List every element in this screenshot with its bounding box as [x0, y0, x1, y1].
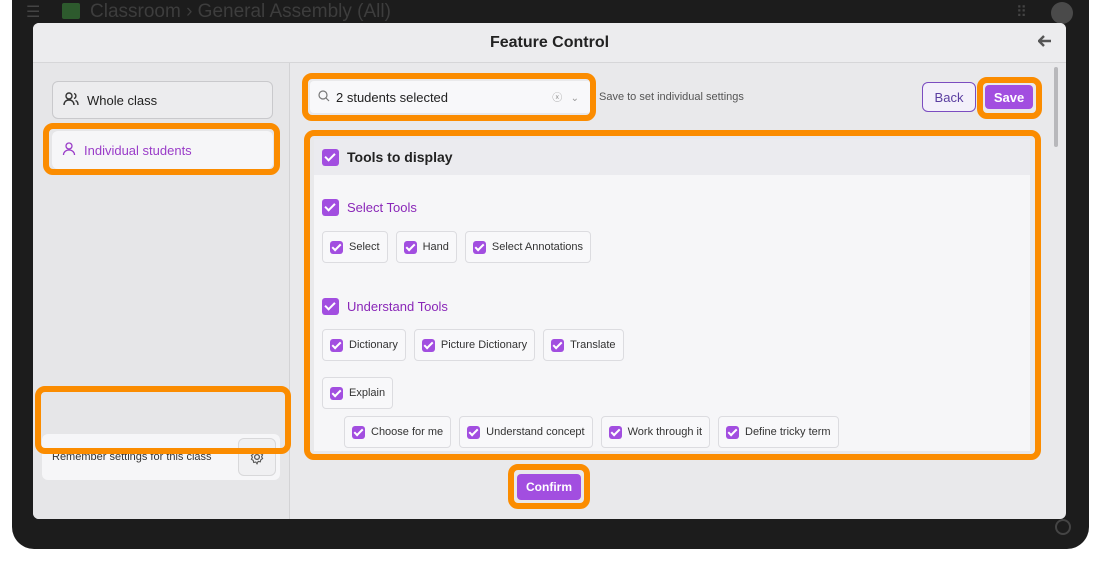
- tools-panel: Tools to display Select Tools Select Han…: [314, 139, 1030, 451]
- chip-label: Explain: [349, 387, 386, 399]
- chip-label: Work through it: [627, 426, 702, 438]
- scope-sidebar: Whole class Individual students Remember…: [33, 63, 290, 519]
- chip-label: Select Annotations: [491, 241, 583, 253]
- chip-dictionary[interactable]: Dictionary: [322, 329, 406, 361]
- chip-label: Hand: [422, 241, 449, 253]
- checkbox-checked-icon[interactable]: [330, 386, 343, 400]
- app-bar: ☰ Classroom › General Assembly (All) ⠿: [12, 0, 1089, 24]
- arrow-left-icon[interactable]: [1037, 32, 1052, 53]
- help-icon[interactable]: [1055, 519, 1071, 535]
- checkbox-checked-icon[interactable]: [322, 148, 339, 166]
- chip-label: Picture Dictionary: [440, 339, 528, 351]
- chip-label: Choose for me: [371, 426, 444, 438]
- chip-label: Select: [349, 241, 380, 253]
- chip-select[interactable]: Select: [322, 231, 388, 263]
- clear-icon[interactable]: ⓧ: [552, 93, 562, 104]
- checkbox-checked-icon[interactable]: [330, 240, 343, 254]
- classroom-logo-icon: [62, 3, 80, 19]
- student-search-select[interactable]: 2 students selected ⓧ ⌄: [310, 81, 591, 113]
- chip-explain[interactable]: Explain: [322, 377, 394, 409]
- user-icon: [62, 141, 76, 159]
- apps-grid-icon[interactable]: ⠿: [1016, 3, 1027, 21]
- clear-and-dropdown-icons[interactable]: ⓧ ⌄: [552, 89, 579, 104]
- users-icon: [63, 91, 79, 109]
- checkbox-checked-icon[interactable]: [472, 240, 486, 254]
- confirm-button[interactable]: Confirm: [517, 474, 581, 500]
- chip-choose-for-me[interactable]: Choose for me: [344, 416, 452, 448]
- whole-class-option[interactable]: Whole class: [52, 81, 273, 119]
- understand-tools-label: Understand Tools: [347, 299, 448, 314]
- chip-label: Dictionary: [349, 339, 398, 351]
- chip-define-tricky-term[interactable]: Define tricky term: [718, 416, 839, 448]
- remember-settings-box: Remember settings for this class: [42, 434, 280, 480]
- breadcrumb: Classroom › General Assembly (All): [90, 1, 391, 22]
- checkbox-checked-icon[interactable]: [421, 338, 435, 352]
- remember-settings-label: Remember settings for this class: [52, 451, 212, 463]
- modal-header: Feature Control: [33, 23, 1066, 63]
- understand-tools-chips: Dictionary Picture Dictionary Translate: [322, 329, 624, 361]
- gear-icon[interactable]: [238, 438, 276, 476]
- understand-tools-group[interactable]: Understand Tools: [322, 298, 448, 315]
- checkbox-checked-icon[interactable]: [608, 425, 622, 439]
- modal-title: Feature Control: [489, 34, 610, 51]
- chip-label: Translate: [570, 339, 616, 351]
- save-hint: Save to set individual settings: [599, 91, 744, 103]
- checkbox-checked-icon[interactable]: [322, 199, 339, 216]
- chip-hand[interactable]: Hand: [395, 231, 457, 263]
- checkbox-checked-icon[interactable]: [403, 240, 417, 254]
- individual-students-label: Individual students: [84, 142, 192, 158]
- avatar[interactable]: [1051, 2, 1073, 24]
- chip-picture-dictionary[interactable]: Picture Dictionary: [413, 329, 536, 361]
- explain-row: Explain: [322, 377, 394, 409]
- checkbox-checked-icon[interactable]: [322, 298, 339, 315]
- chip-label: Define tricky term: [745, 426, 831, 438]
- select-tools-chips: Select Hand Select Annotations: [322, 231, 591, 263]
- scrollbar[interactable]: [1054, 67, 1058, 147]
- whole-class-label: Whole class: [87, 92, 158, 108]
- menu-icon[interactable]: ☰: [26, 2, 40, 22]
- search-icon: [318, 89, 330, 105]
- checkbox-checked-icon[interactable]: [352, 425, 365, 439]
- tools-header-label: Tools to display: [347, 149, 453, 165]
- explain-sub-chips: Choose for me Understand concept Work th…: [344, 416, 839, 448]
- chevron-down-icon[interactable]: ⌄: [571, 93, 579, 104]
- back-button[interactable]: Back: [922, 82, 976, 112]
- feature-control-modal: Feature Control Whole class Individual s…: [33, 23, 1066, 519]
- chip-work-through-it[interactable]: Work through it: [600, 416, 710, 448]
- checkbox-checked-icon[interactable]: [467, 425, 481, 439]
- select-tools-label: Select Tools: [347, 200, 417, 215]
- chip-select-annotations[interactable]: Select Annotations: [464, 231, 591, 263]
- individual-students-option[interactable]: Individual students: [52, 131, 273, 169]
- search-value: 2 students selected: [336, 89, 449, 105]
- checkbox-checked-icon[interactable]: [551, 338, 565, 352]
- save-button[interactable]: Save: [985, 85, 1033, 109]
- chip-translate[interactable]: Translate: [543, 329, 624, 361]
- checkbox-checked-icon[interactable]: [726, 425, 739, 439]
- select-tools-group[interactable]: Select Tools: [322, 199, 417, 216]
- tools-to-display-header[interactable]: Tools to display: [314, 139, 1030, 175]
- chip-understand-concept[interactable]: Understand concept: [459, 416, 593, 448]
- chip-label: Understand concept: [486, 426, 585, 438]
- checkbox-checked-icon[interactable]: [330, 338, 343, 352]
